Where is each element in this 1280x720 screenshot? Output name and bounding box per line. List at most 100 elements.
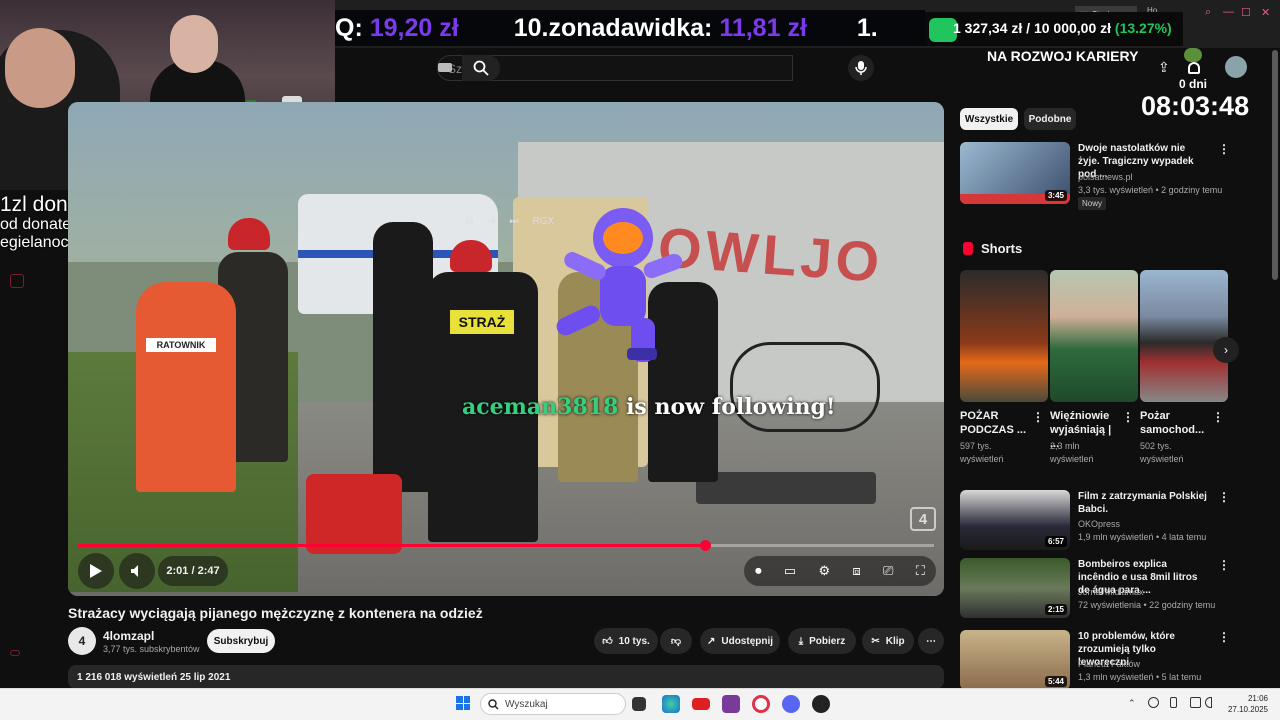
cloud-icon[interactable] bbox=[1148, 697, 1159, 708]
more-actions-button[interactable]: ⋯ bbox=[918, 628, 944, 654]
opera-icon[interactable] bbox=[752, 695, 770, 713]
windows-start-icon[interactable] bbox=[456, 696, 470, 710]
rec-title[interactable]: Film z zatrzymania Polskiej Babci. bbox=[1078, 490, 1208, 516]
search-tabs-icon[interactable]: ⌕ bbox=[1205, 6, 1211, 19]
clip-button[interactable]: ✂ Klip bbox=[862, 628, 914, 654]
rec-thumbnail[interactable]: 5:44 bbox=[960, 630, 1070, 688]
rec-channel[interactable]: polsatnews.pl bbox=[1078, 172, 1133, 182]
display-icon[interactable] bbox=[1190, 697, 1201, 708]
rec-thumbnail[interactable]: 6:57 bbox=[960, 490, 1070, 550]
miniplayer-icon[interactable]: ⧈ bbox=[852, 563, 860, 579]
progress-bar[interactable] bbox=[78, 540, 934, 551]
rec-menu-icon[interactable]: ⋮ bbox=[1218, 142, 1230, 156]
popout-icon[interactable]: ⧉ bbox=[466, 216, 473, 227]
rec-menu-icon[interactable]: ⋮ bbox=[1218, 490, 1230, 504]
rail-icon[interactable] bbox=[10, 274, 24, 288]
rec-channel[interactable]: Jornal Midiamax bbox=[1078, 587, 1144, 597]
short-menu-icon[interactable]: ⋮ bbox=[1212, 410, 1224, 424]
task-view-icon[interactable] bbox=[632, 697, 646, 711]
send-to-icon[interactable]: ⇥ bbox=[487, 216, 495, 227]
new-badge: Nowy bbox=[1078, 197, 1107, 210]
channel-avatar[interactable]: 4 bbox=[68, 627, 96, 655]
rec-channel[interactable]: Planeta Faktów bbox=[1078, 659, 1140, 669]
channel-name[interactable]: 4lomzapl bbox=[103, 629, 154, 643]
settings-icon[interactable]: ⚙ bbox=[819, 563, 831, 579]
shorts-logo-icon bbox=[963, 242, 973, 255]
share-button[interactable]: ↗ Udostępnij bbox=[700, 628, 780, 654]
chip-related[interactable]: Podobne bbox=[1024, 108, 1076, 130]
rec-menu-icon[interactable]: ⋮ bbox=[1218, 558, 1230, 572]
short-menu-icon[interactable]: ⋮ bbox=[1032, 410, 1044, 424]
recommendation-card[interactable]: 5:44 10 problemów, które zrozumieją tylk… bbox=[960, 630, 1280, 688]
paramedic: RATOWNIK bbox=[136, 282, 236, 492]
rec-meta: 1,9 mln wyświetleń • 4 lata temu bbox=[1078, 532, 1207, 542]
app-icon-2[interactable] bbox=[812, 695, 830, 713]
clip-label: Klip bbox=[885, 635, 905, 647]
short-title[interactable]: Pożar samochod... bbox=[1140, 409, 1210, 437]
minimize-icon[interactable]: — bbox=[1223, 6, 1234, 18]
upload-icon[interactable]: ⇪ bbox=[1158, 59, 1170, 76]
search-button[interactable] bbox=[462, 55, 500, 81]
short-title[interactable]: POŻAR PODCZAS ... bbox=[960, 409, 1030, 437]
taskbar-clock[interactable]: 21:06 27.10.2025 bbox=[1212, 693, 1268, 715]
edge-icon[interactable] bbox=[662, 695, 680, 713]
speaker-icon[interactable] bbox=[1205, 697, 1212, 708]
short-thumbnail[interactable] bbox=[1050, 270, 1138, 402]
maximize-icon[interactable]: ☐ bbox=[1241, 6, 1251, 19]
short-thumbnail[interactable] bbox=[960, 270, 1048, 402]
short-menu-icon[interactable]: ⋮ bbox=[1122, 410, 1134, 424]
account-avatar[interactable] bbox=[1225, 56, 1247, 78]
subscribe-button[interactable]: Subskrybuj bbox=[207, 629, 275, 653]
ticker-label-1: Q: bbox=[335, 13, 363, 42]
player-right-controls: ⏺ ▭ ⚙ ⧈ ⎚ ⛶ bbox=[744, 556, 936, 586]
short-thumbnail[interactable] bbox=[1140, 270, 1228, 402]
page-scrollbar[interactable] bbox=[1270, 48, 1280, 688]
rec-thumbnail[interactable]: 3:45 bbox=[960, 142, 1070, 204]
keyboard-icon[interactable] bbox=[438, 63, 452, 72]
rgx-label[interactable]: RGX bbox=[533, 216, 555, 227]
rail-icon-gx[interactable] bbox=[10, 650, 20, 656]
download-button[interactable]: ⤓ Pobierz bbox=[788, 628, 856, 654]
rec-thumbnail[interactable]: 2:15 bbox=[960, 558, 1070, 618]
download-label: Pobierz bbox=[809, 635, 846, 647]
rec-meta: 1,3 mln wyświetleń • 5 lat temu bbox=[1078, 672, 1202, 682]
recommendation-card[interactable]: 2:15 Bombeiros explica incêndio e usa 8m… bbox=[960, 558, 1280, 620]
notifications-bell-icon[interactable] bbox=[1188, 62, 1200, 74]
chip-all[interactable]: Wszystkie bbox=[960, 108, 1018, 130]
astronaut-sticker bbox=[556, 208, 683, 362]
straz-label: STRAŻ bbox=[450, 310, 514, 334]
tray-chevron-icon[interactable]: ⌃ bbox=[1128, 698, 1136, 709]
shorts-next-button[interactable]: › bbox=[1213, 337, 1239, 363]
rec-menu-icon[interactable]: ⋮ bbox=[1218, 630, 1230, 644]
autoplay-toggle-icon[interactable]: ⏺ bbox=[755, 563, 762, 579]
cast-icon[interactable]: ⎚ bbox=[883, 563, 893, 579]
video-player[interactable]: OWLJO STRAŻ RATOWNIK ⧉ ⇥ ⏭ RGX aceman381… bbox=[68, 102, 944, 596]
scrollbar-thumb[interactable] bbox=[1272, 50, 1278, 280]
police-officer bbox=[373, 222, 433, 492]
microphone-tray-icon[interactable] bbox=[1170, 697, 1177, 708]
skip-icon[interactable]: ⏭ bbox=[510, 216, 519, 227]
dislike-button[interactable]: 👎︎ bbox=[660, 628, 692, 654]
progress-knob[interactable] bbox=[699, 540, 711, 551]
recommendation-card[interactable]: 3:45 Dwoje nastolatków nie żyje. Tragicz… bbox=[960, 142, 1280, 212]
description-box[interactable]: 1 216 018 wyświetleń 25 lip 2021 bbox=[68, 665, 944, 689]
play-button[interactable] bbox=[78, 553, 114, 589]
recommendation-card[interactable]: 6:57 Film z zatrzymania Polskiej Babci. … bbox=[960, 490, 1280, 552]
fullscreen-icon[interactable]: ⛶ bbox=[916, 563, 925, 579]
bench bbox=[696, 472, 876, 504]
discord-icon[interactable] bbox=[782, 695, 800, 713]
like-button[interactable]: 👍︎ 10 tys. bbox=[594, 628, 658, 654]
subtitles-icon[interactable]: ▭ bbox=[784, 563, 796, 579]
voice-search-button[interactable] bbox=[848, 55, 874, 81]
short-views: 597 tys. wyświetleń bbox=[960, 441, 1004, 464]
share-label: Udostępnij bbox=[721, 635, 774, 647]
rec-channel[interactable]: OKOpress bbox=[1078, 519, 1120, 529]
app-icon[interactable] bbox=[722, 695, 740, 713]
volume-button[interactable] bbox=[119, 553, 155, 589]
search-icon bbox=[473, 60, 489, 76]
streamer-2-head bbox=[170, 15, 218, 73]
close-icon[interactable]: ✕ bbox=[1261, 6, 1270, 19]
youtube-app-icon[interactable] bbox=[692, 698, 710, 710]
taskbar-search[interactable]: Wyszukaj bbox=[480, 693, 626, 715]
video-title: Strażacy wyciągają pijanego mężczyznę z … bbox=[68, 605, 483, 621]
